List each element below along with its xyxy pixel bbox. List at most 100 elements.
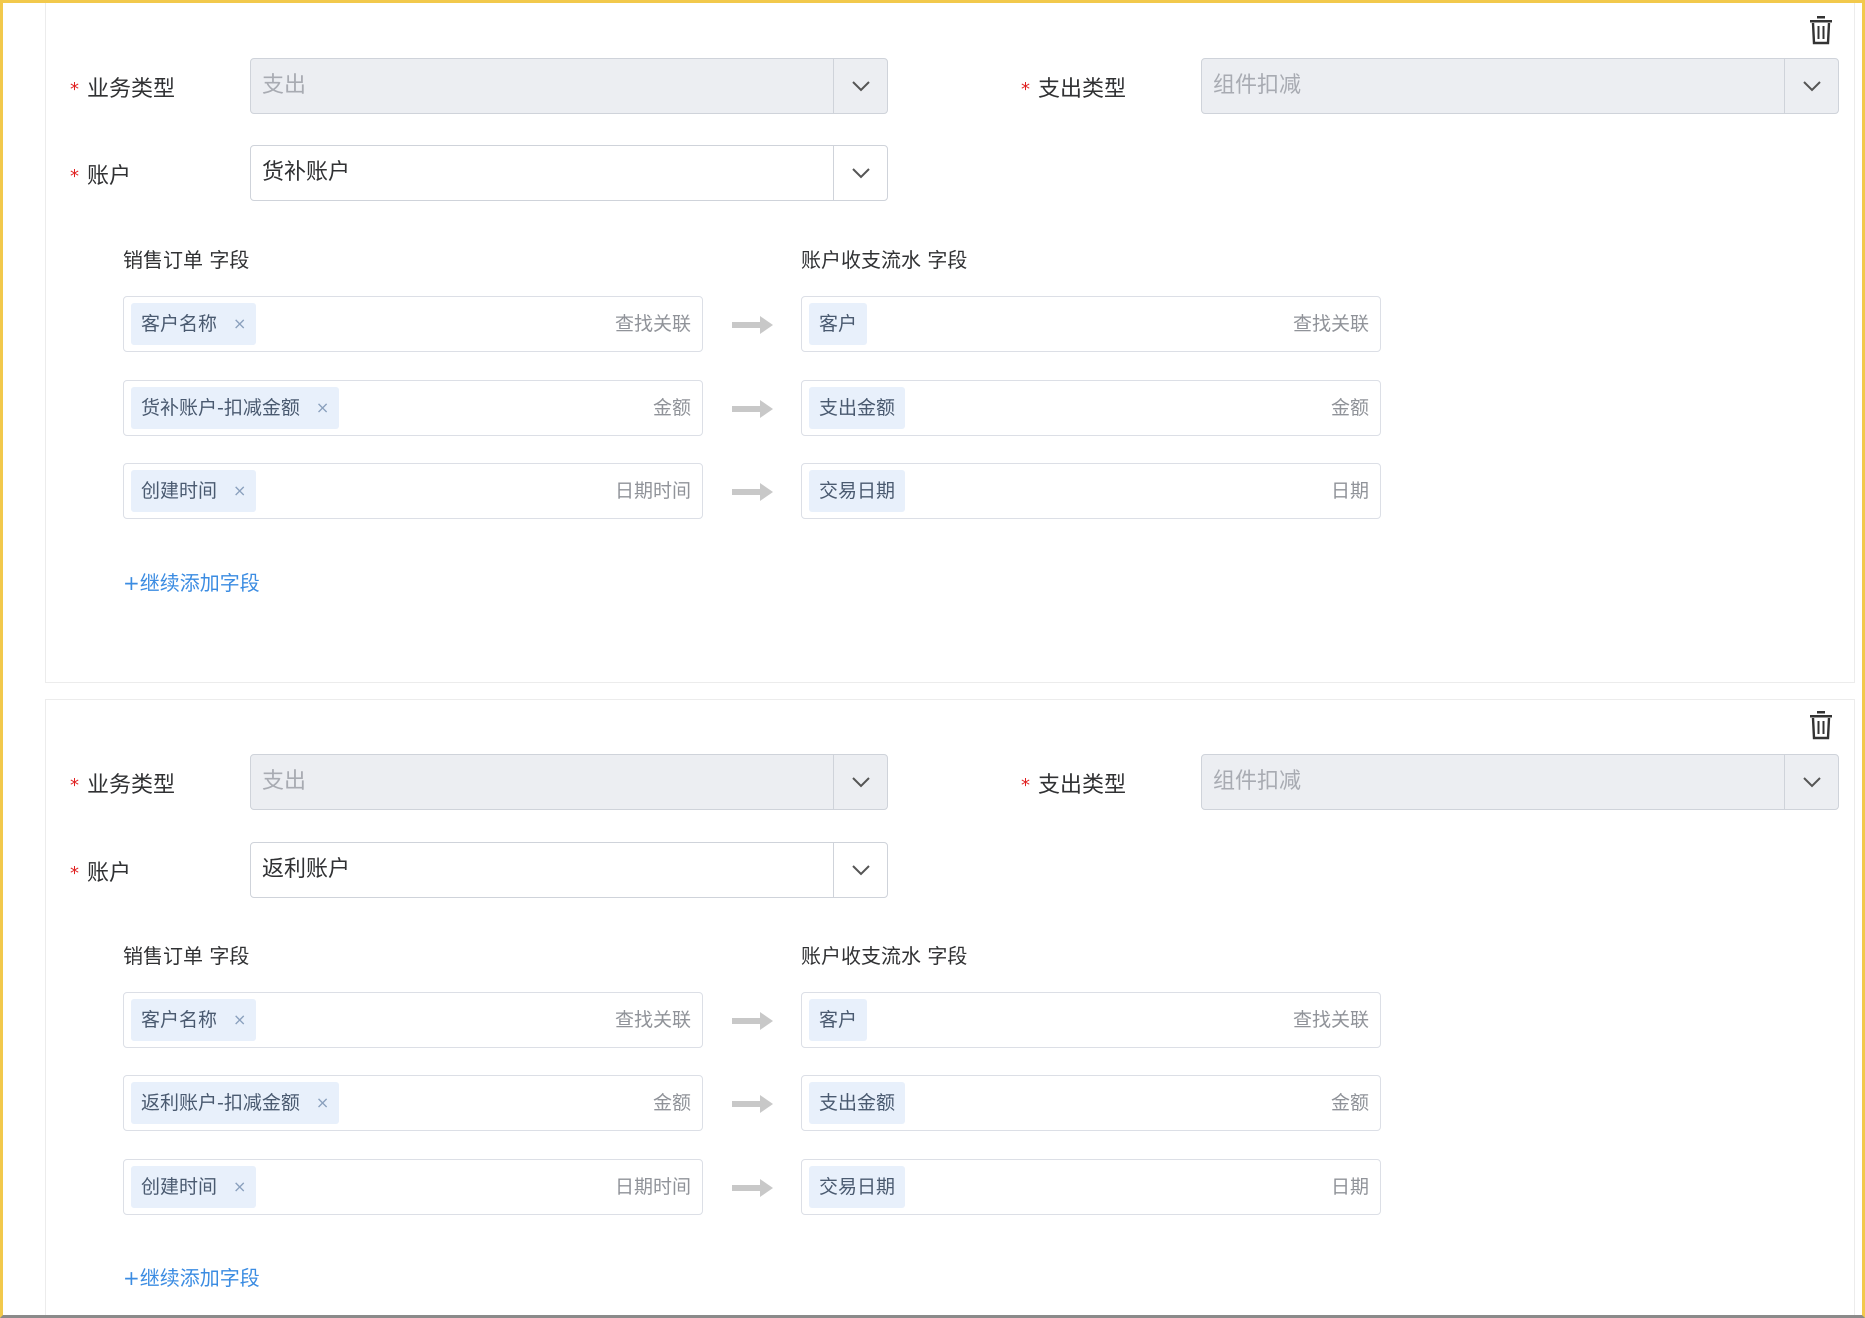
label-text: 账户 bbox=[87, 164, 132, 189]
label-text: 支出类型 bbox=[1038, 77, 1127, 102]
dropdown-toggle[interactable] bbox=[1784, 755, 1838, 809]
source-column-header: 销售订单 字段 bbox=[123, 944, 250, 968]
account-select[interactable]: 返利账户 bbox=[250, 842, 888, 898]
tag-label: 创建时间 bbox=[141, 1176, 218, 1198]
target-field[interactable]: 交易日期 日期 bbox=[801, 463, 1381, 519]
expense-type-label: * 支出类型 bbox=[1021, 71, 1126, 103]
label-text: 业务类型 bbox=[87, 77, 176, 102]
page-frame: * 业务类型 支出 * 支出类型 组件扣减 * 账户 货补账户 销售订单 字段 账户收… bbox=[0, 0, 1865, 1318]
field-tag: 货补账户-扣减金额 × bbox=[131, 387, 340, 429]
tag-label: 支出金额 bbox=[819, 397, 896, 419]
target-field[interactable]: 支出金额 金额 bbox=[801, 380, 1381, 436]
source-field[interactable]: 创建时间 × 日期时间 bbox=[123, 463, 703, 519]
trash-icon bbox=[1810, 16, 1832, 45]
tag-label: 客户 bbox=[819, 1009, 858, 1031]
field-tag: 支出金额 bbox=[809, 1082, 906, 1124]
close-icon[interactable]: × bbox=[316, 387, 329, 429]
field-type-hint: 查找关联 bbox=[1292, 313, 1369, 335]
field-tag: 客户名称 × bbox=[131, 303, 257, 345]
target-field[interactable]: 客户 查找关联 bbox=[801, 992, 1381, 1048]
expense-type-label: * 支出类型 bbox=[1021, 767, 1126, 799]
source-field[interactable]: 创建时间 × 日期时间 bbox=[123, 1159, 703, 1215]
mapping-card: * 业务类型 支出 * 支出类型 组件扣减 * 账户 货补账户 销售订单 字段 账户收… bbox=[45, 3, 1855, 683]
select-value: 支出 bbox=[262, 73, 307, 98]
business-type-label: * 业务类型 bbox=[70, 71, 175, 103]
close-icon[interactable]: × bbox=[233, 470, 246, 512]
tag-label: 客户名称 bbox=[141, 1009, 218, 1031]
field-tag: 客户名称 × bbox=[131, 999, 257, 1041]
source-field[interactable]: 货补账户-扣减金额 × 金额 bbox=[123, 380, 703, 436]
close-icon[interactable]: × bbox=[233, 999, 246, 1041]
required-mark: * bbox=[70, 863, 79, 884]
arrow-right-icon bbox=[732, 316, 773, 334]
business-type-label: * 业务类型 bbox=[70, 767, 175, 799]
field-tag: 交易日期 bbox=[809, 1166, 906, 1208]
required-mark: * bbox=[70, 79, 79, 100]
account-select[interactable]: 货补账户 bbox=[250, 145, 888, 201]
delete-button[interactable] bbox=[1806, 708, 1836, 742]
field-tag: 创建时间 × bbox=[131, 470, 257, 512]
field-tag: 客户 bbox=[809, 999, 868, 1041]
tag-label: 返利账户-扣减金额 bbox=[141, 1092, 300, 1114]
field-type-hint: 日期时间 bbox=[614, 1176, 691, 1198]
arrow-right-icon bbox=[732, 400, 773, 418]
close-icon[interactable]: × bbox=[233, 303, 246, 345]
field-tag: 创建时间 × bbox=[131, 1166, 257, 1208]
business-type-select[interactable]: 支出 bbox=[250, 754, 888, 810]
required-mark: * bbox=[1021, 79, 1030, 100]
target-field[interactable]: 交易日期 日期 bbox=[801, 1159, 1381, 1215]
chevron-down-icon bbox=[851, 777, 870, 788]
field-type-hint: 金额 bbox=[1330, 397, 1369, 419]
dropdown-toggle[interactable] bbox=[833, 843, 887, 897]
label-text: 业务类型 bbox=[87, 773, 176, 798]
add-field-link[interactable]: +继续添加字段 bbox=[123, 567, 260, 596]
close-icon[interactable]: × bbox=[316, 1082, 329, 1124]
close-icon[interactable]: × bbox=[233, 1166, 246, 1208]
source-field[interactable]: 返利账户-扣减金额 × 金额 bbox=[123, 1075, 703, 1131]
delete-button[interactable] bbox=[1806, 13, 1836, 47]
trash-icon bbox=[1810, 711, 1832, 740]
source-field[interactable]: 客户名称 × 查找关联 bbox=[123, 992, 703, 1048]
tag-label: 交易日期 bbox=[819, 480, 896, 502]
tag-label: 交易日期 bbox=[819, 1176, 896, 1198]
select-value: 组件扣减 bbox=[1213, 769, 1302, 794]
target-field[interactable]: 客户 查找关联 bbox=[801, 296, 1381, 352]
chevron-down-icon bbox=[851, 81, 870, 92]
field-tag: 返利账户-扣减金额 × bbox=[131, 1082, 340, 1124]
arrow-right-icon bbox=[732, 1095, 773, 1113]
tag-label: 客户名称 bbox=[141, 313, 218, 335]
tag-label: 货补账户-扣减金额 bbox=[141, 397, 300, 419]
field-tag: 交易日期 bbox=[809, 470, 906, 512]
chevron-down-icon bbox=[851, 865, 870, 876]
expense-type-select[interactable]: 组件扣减 bbox=[1201, 754, 1839, 810]
source-field[interactable]: 客户名称 × 查找关联 bbox=[123, 296, 703, 352]
target-column-header: 账户收支流水 字段 bbox=[801, 944, 968, 968]
dropdown-toggle[interactable] bbox=[833, 59, 887, 113]
arrow-right-icon bbox=[732, 1012, 773, 1030]
account-label: * 账户 bbox=[70, 855, 131, 887]
required-mark: * bbox=[1021, 775, 1030, 796]
select-value: 支出 bbox=[262, 769, 307, 794]
dropdown-toggle[interactable] bbox=[833, 755, 887, 809]
field-type-hint: 查找关联 bbox=[614, 1009, 691, 1031]
target-field[interactable]: 支出金额 金额 bbox=[801, 1075, 1381, 1131]
dropdown-toggle[interactable] bbox=[1784, 59, 1838, 113]
arrow-right-icon bbox=[732, 1179, 773, 1197]
field-type-hint: 金额 bbox=[652, 1092, 691, 1114]
business-type-select[interactable]: 支出 bbox=[250, 58, 888, 114]
add-field-link[interactable]: +继续添加字段 bbox=[123, 1262, 260, 1291]
chevron-down-icon bbox=[1802, 777, 1821, 788]
field-tag: 支出金额 bbox=[809, 387, 906, 429]
required-mark: * bbox=[70, 166, 79, 187]
field-type-hint: 金额 bbox=[652, 397, 691, 419]
expense-type-select[interactable]: 组件扣减 bbox=[1201, 58, 1839, 114]
field-type-hint: 日期 bbox=[1330, 480, 1369, 502]
select-value: 返利账户 bbox=[262, 857, 351, 882]
dropdown-toggle[interactable] bbox=[833, 146, 887, 200]
field-type-hint: 日期 bbox=[1330, 1176, 1369, 1198]
tag-label: 客户 bbox=[819, 313, 858, 335]
tag-label: 创建时间 bbox=[141, 480, 218, 502]
tag-label: 支出金额 bbox=[819, 1092, 896, 1114]
source-column-header: 销售订单 字段 bbox=[123, 248, 250, 272]
chevron-down-icon bbox=[1802, 81, 1821, 92]
